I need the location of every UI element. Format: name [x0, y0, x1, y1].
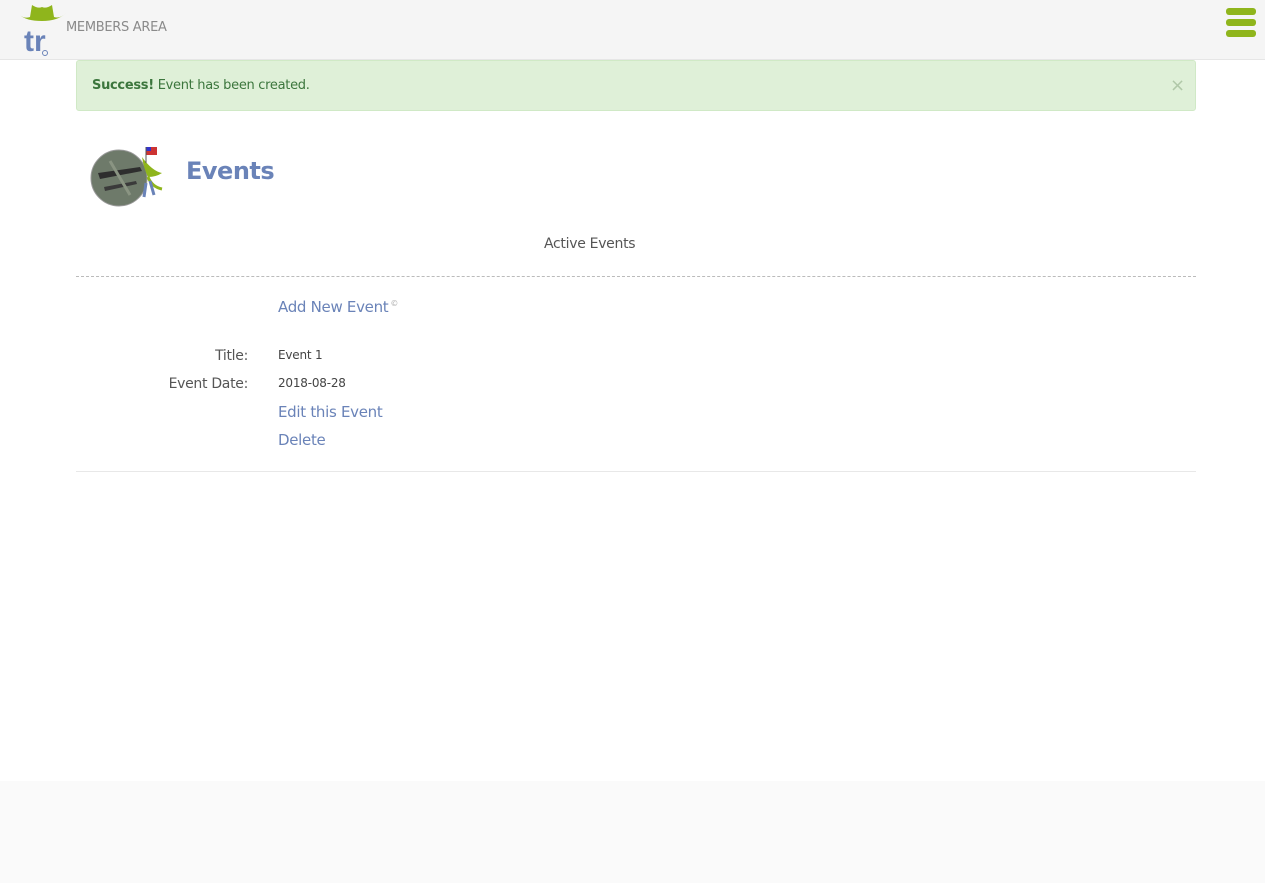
alert-strong: Success! [92, 78, 154, 93]
page-title: Events [186, 157, 275, 185]
edit-event-link[interactable]: Edit this Event [278, 403, 383, 421]
footer [0, 781, 1265, 883]
title-value: Event 1 [278, 348, 323, 362]
menu-icon[interactable] [1226, 8, 1256, 38]
add-new-event-label: Add New Event [278, 298, 389, 316]
top-bar: tr MEMBERS AREA [0, 0, 1265, 60]
site-logo[interactable]: tr [16, 3, 68, 57]
brand-label: MEMBERS AREA [66, 20, 167, 35]
section-divider [76, 276, 1196, 277]
close-icon[interactable]: × [1170, 77, 1185, 95]
event-date-label: Event Date: [168, 376, 249, 392]
event-date-value: 2018-08-28 [278, 376, 346, 390]
section-label-active-events: Active Events [544, 236, 636, 252]
events-icon [90, 147, 163, 207]
alert-message: Event has been created. [153, 78, 310, 93]
copyright-mark: © [390, 299, 399, 308]
event-divider [76, 471, 1196, 472]
title-label: Title: [215, 348, 248, 364]
delete-event-link[interactable]: Delete [278, 431, 326, 449]
add-new-event-link[interactable]: Add New Event © [278, 298, 398, 316]
alert-text: Success! Event has been created. [92, 78, 310, 93]
success-alert: Success! Event has been created. × [76, 60, 1196, 111]
